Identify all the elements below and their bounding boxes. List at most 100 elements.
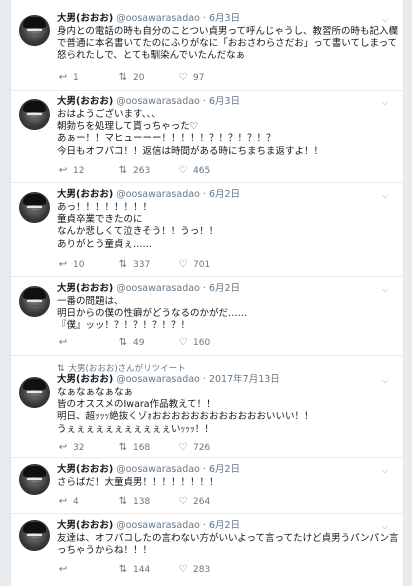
reply-count: 10 bbox=[73, 260, 85, 270]
reply-button[interactable]: ↩ 4 bbox=[57, 496, 79, 508]
retweet-button[interactable]: ⇅ 144 bbox=[117, 564, 150, 576]
handle[interactable]: @oosawarasadao bbox=[116, 96, 200, 107]
reply-count: 1 bbox=[73, 73, 79, 83]
like-count: 465 bbox=[193, 166, 211, 176]
retweet-count: 20 bbox=[133, 73, 145, 83]
like-count: 283 bbox=[193, 565, 211, 575]
reply-button[interactable]: ↩ 1 bbox=[57, 72, 79, 84]
tweet-text: なぁなぁなぁなぁ 皆のオススメのIwara作品教えて！！ 明日、超ｯｯｯ絶抜くゾ… bbox=[57, 387, 314, 435]
retweet-count: 168 bbox=[133, 443, 151, 453]
chevron-down-icon[interactable]: ⌵ bbox=[382, 192, 389, 200]
tweet[interactable]: 大男(おおお) @oosawarasadao · 6月2日 ⌵ 一番の問題は、 … bbox=[11, 277, 403, 356]
retweet-count: 49 bbox=[133, 338, 145, 348]
like-button[interactable]: ♡ 726 bbox=[177, 442, 211, 454]
tweet-header: 大男(おおお) @oosawarasadao · 6月2日 bbox=[57, 283, 240, 295]
retweet-button[interactable]: ⇅ 138 bbox=[117, 496, 150, 508]
tweet-date[interactable]: 6月2日 bbox=[209, 283, 240, 294]
like-button[interactable]: ♡ 160 bbox=[177, 337, 211, 349]
tweet-date[interactable]: 6月3日 bbox=[209, 13, 240, 24]
retweet-icon: ⇅ bbox=[118, 259, 128, 270]
tweet-header: 大男(おおお) @oosawarasadao · 6月3日 bbox=[57, 96, 240, 108]
handle[interactable]: @oosawarasadao bbox=[116, 189, 200, 200]
display-name[interactable]: 大男(おおお) bbox=[57, 96, 113, 107]
avatar[interactable] bbox=[19, 15, 50, 46]
chevron-down-icon[interactable]: ⌵ bbox=[382, 523, 389, 531]
reply-icon: ↩ bbox=[58, 165, 68, 176]
handle[interactable]: @oosawarasadao bbox=[116, 283, 200, 294]
handle[interactable]: @oosawarasadao bbox=[116, 374, 200, 385]
reply-icon: ↩ bbox=[58, 337, 68, 348]
retweet-button[interactable]: ⇅ 49 bbox=[117, 337, 145, 349]
reply-button[interactable]: ↩ bbox=[57, 564, 73, 576]
tweet-header: 大男(おおお) @oosawarasadao · 6月2日 bbox=[57, 520, 240, 532]
like-button[interactable]: ♡ 264 bbox=[177, 496, 211, 508]
reply-button[interactable]: ↩ 10 bbox=[57, 259, 85, 271]
avatar[interactable] bbox=[19, 520, 50, 551]
reply-button[interactable]: ↩ 32 bbox=[57, 442, 85, 454]
tweet[interactable]: 大男(おおお) @oosawarasadao · 6月2日 ⌵ さらばだ！大童貞… bbox=[11, 458, 403, 514]
retweet-icon: ⇅ bbox=[118, 564, 128, 575]
heart-icon: ♡ bbox=[178, 564, 188, 575]
retweet-icon: ⇅ bbox=[57, 364, 65, 374]
reply-icon: ↩ bbox=[58, 496, 68, 507]
separator-dot: · bbox=[202, 283, 206, 294]
tweet-date[interactable]: 6月2日 bbox=[209, 520, 240, 531]
like-count: 97 bbox=[193, 73, 205, 83]
tweet-text: 一番の問題は、 明日からの僕の性癖がどうなるのかがだ…… 『僕』ッッ！？！？！？… bbox=[57, 296, 248, 332]
reply-count: 4 bbox=[73, 497, 79, 507]
handle[interactable]: @oosawarasadao bbox=[116, 464, 200, 475]
tweet-text: おはようございます、、、 朝勃ちを処理して貰っちゃった♡ あぁー！！マヒューーー… bbox=[57, 109, 324, 157]
display-name[interactable]: 大男(おおお) bbox=[57, 283, 113, 294]
display-name[interactable]: 大男(おおお) bbox=[57, 464, 113, 475]
handle[interactable]: @oosawarasadao bbox=[116, 520, 200, 531]
chevron-down-icon[interactable]: ⌵ bbox=[382, 377, 389, 385]
retweet-button[interactable]: ⇅ 263 bbox=[117, 165, 150, 177]
avatar[interactable] bbox=[19, 192, 50, 223]
like-button[interactable]: ♡ 97 bbox=[177, 72, 205, 84]
retweet-button[interactable]: ⇅ 20 bbox=[117, 72, 145, 84]
tweet[interactable]: 大男(おおお) @oosawarasadao · 6月3日 ⌵ おはようございま… bbox=[11, 91, 403, 183]
tweet-text: あっ！！！！！！！！ 童貞卒業できたのに なんか悲しくて泣きそう！！うっ！！ あ… bbox=[57, 202, 219, 250]
reply-button[interactable]: ↩ bbox=[57, 337, 73, 349]
avatar[interactable] bbox=[19, 286, 50, 317]
tweet-date[interactable]: 6月2日 bbox=[209, 189, 240, 200]
avatar[interactable] bbox=[19, 464, 50, 495]
handle[interactable]: @oosawarasadao bbox=[116, 13, 200, 24]
chevron-down-icon[interactable]: ⌵ bbox=[382, 16, 389, 24]
tweet-date[interactable]: 6月3日 bbox=[209, 96, 240, 107]
reply-button[interactable]: ↩ 12 bbox=[57, 165, 85, 177]
avatar[interactable] bbox=[19, 377, 50, 408]
heart-icon: ♡ bbox=[178, 259, 188, 270]
tweet-header: 大男(おおお) @oosawarasadao · 2017年7月13日 bbox=[57, 374, 280, 386]
heart-icon: ♡ bbox=[178, 496, 188, 507]
separator-dot: · bbox=[202, 13, 206, 24]
avatar[interactable] bbox=[19, 99, 50, 130]
display-name[interactable]: 大男(おおお) bbox=[57, 13, 113, 24]
tweet[interactable]: 大男(おおお) @oosawarasadao · 6月3日 ⌵ 身内との電話の時… bbox=[11, 0, 403, 91]
like-count: 701 bbox=[193, 260, 211, 270]
tweet[interactable]: 大男(おおお) @oosawarasadao · 6月2日 ⌵ あっ！！！！！！… bbox=[11, 183, 403, 277]
display-name[interactable]: 大男(おおお) bbox=[57, 374, 113, 385]
retweet-context[interactable]: ⇅ 大男(おおお)さんがリツイート bbox=[57, 362, 186, 374]
tweet-header: 大男(おおお) @oosawarasadao · 6月3日 bbox=[57, 13, 240, 25]
like-count: 160 bbox=[193, 338, 211, 348]
like-count: 264 bbox=[193, 497, 211, 507]
tweet[interactable]: ⇅ 大男(おおお)さんがリツイート 大男(おおお) @oosawarasadao … bbox=[11, 356, 403, 458]
retweet-button[interactable]: ⇅ 168 bbox=[117, 442, 150, 454]
like-count: 726 bbox=[193, 443, 211, 453]
display-name[interactable]: 大男(おおお) bbox=[57, 520, 113, 531]
tweet-date[interactable]: 2017年7月13日 bbox=[209, 374, 280, 385]
chevron-down-icon[interactable]: ⌵ bbox=[382, 99, 389, 107]
chevron-down-icon[interactable]: ⌵ bbox=[382, 286, 389, 294]
separator-dot: · bbox=[202, 189, 206, 200]
like-button[interactable]: ♡ 283 bbox=[177, 564, 211, 576]
tweet-date[interactable]: 6月2日 bbox=[209, 464, 240, 475]
tweet[interactable]: 大男(おおお) @oosawarasadao · 6月2日 ⌵ 友達は、オフパコ… bbox=[11, 514, 403, 586]
like-button[interactable]: ♡ 465 bbox=[177, 165, 211, 177]
retweet-icon: ⇅ bbox=[118, 442, 128, 453]
display-name[interactable]: 大男(おおお) bbox=[57, 189, 113, 200]
chevron-down-icon[interactable]: ⌵ bbox=[382, 467, 389, 475]
like-button[interactable]: ♡ 701 bbox=[177, 259, 211, 271]
retweet-icon: ⇅ bbox=[118, 337, 128, 348]
retweet-button[interactable]: ⇅ 337 bbox=[117, 259, 150, 271]
